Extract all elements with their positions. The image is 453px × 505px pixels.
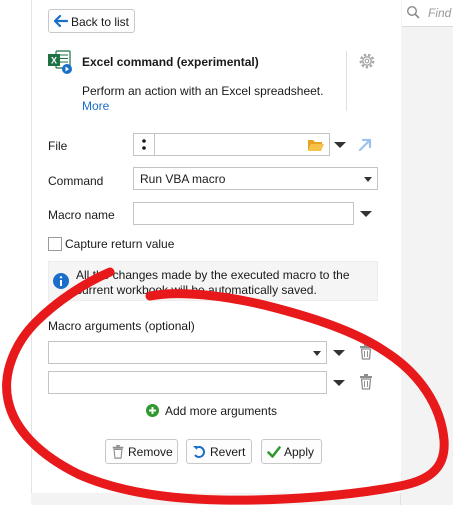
excel-icon: X	[48, 50, 72, 74]
command-description: Perform an action with an Excel spreadsh…	[82, 84, 324, 98]
header-divider	[346, 51, 347, 111]
info-message: All the changes made by the executed mac…	[76, 268, 376, 298]
panel-footer	[31, 493, 400, 505]
macro-argument-dropdown-arrow[interactable]	[333, 350, 345, 356]
arrow-left-icon	[54, 15, 68, 27]
file-dropdown-arrow[interactable]	[334, 142, 346, 148]
chevron-down-icon	[313, 351, 321, 356]
remove-button[interactable]: Remove	[105, 439, 178, 464]
trash-icon[interactable]	[359, 374, 373, 390]
folder-icon[interactable]	[307, 138, 325, 152]
apply-label: Apply	[284, 445, 315, 459]
more-link[interactable]: More	[82, 99, 109, 113]
search-box[interactable]: Find	[402, 0, 453, 27]
colon-icon[interactable]	[141, 138, 147, 151]
back-to-list-label: Back to list	[71, 15, 130, 29]
macro-argument-input[interactable]	[48, 341, 327, 364]
arrow-up-right-icon[interactable]	[358, 138, 372, 152]
add-more-arguments-label: Add more arguments	[165, 404, 278, 418]
trash-icon	[112, 445, 124, 459]
remove-label: Remove	[128, 445, 173, 459]
revert-button[interactable]: Revert	[186, 439, 252, 464]
svg-text:X: X	[51, 56, 57, 66]
macro-arguments-label: Macro arguments (optional)	[48, 319, 195, 333]
search-icon	[406, 5, 420, 19]
chevron-down-icon	[364, 177, 372, 182]
plus-circle-icon	[146, 404, 159, 417]
file-label: File	[48, 139, 68, 153]
command-label: Command	[48, 174, 104, 188]
info-icon	[53, 273, 69, 289]
search-placeholder[interactable]: Find	[428, 6, 451, 20]
file-input-divider	[154, 134, 155, 155]
macro-argument-dropdown-arrow[interactable]	[333, 380, 345, 386]
trash-icon[interactable]	[359, 344, 373, 360]
check-icon	[267, 446, 281, 458]
capture-return-checkbox[interactable]	[48, 237, 62, 251]
capture-return-label[interactable]: Capture return value	[65, 237, 174, 251]
revert-label: Revert	[210, 445, 246, 459]
macro-argument-input[interactable]	[48, 371, 327, 394]
macro-name-input[interactable]	[133, 202, 354, 225]
info-message-line-1: All the changes made by the executed mac…	[76, 268, 350, 282]
apply-button[interactable]: Apply	[261, 439, 322, 464]
command-title: Excel command (experimental)	[82, 55, 259, 69]
file-input[interactable]	[133, 133, 330, 156]
info-message-line-2: current workbook will be automatically s…	[76, 283, 317, 297]
undo-icon	[193, 446, 205, 458]
macro-name-dropdown-arrow[interactable]	[360, 211, 372, 217]
command-select[interactable]: Run VBA macro	[133, 167, 378, 190]
gear-icon[interactable]	[358, 52, 376, 70]
command-select-value: Run VBA macro	[140, 172, 226, 186]
macro-name-label: Macro name	[48, 208, 115, 222]
side-panel	[400, 0, 453, 505]
back-to-list-button[interactable]: Back to list	[48, 9, 135, 33]
